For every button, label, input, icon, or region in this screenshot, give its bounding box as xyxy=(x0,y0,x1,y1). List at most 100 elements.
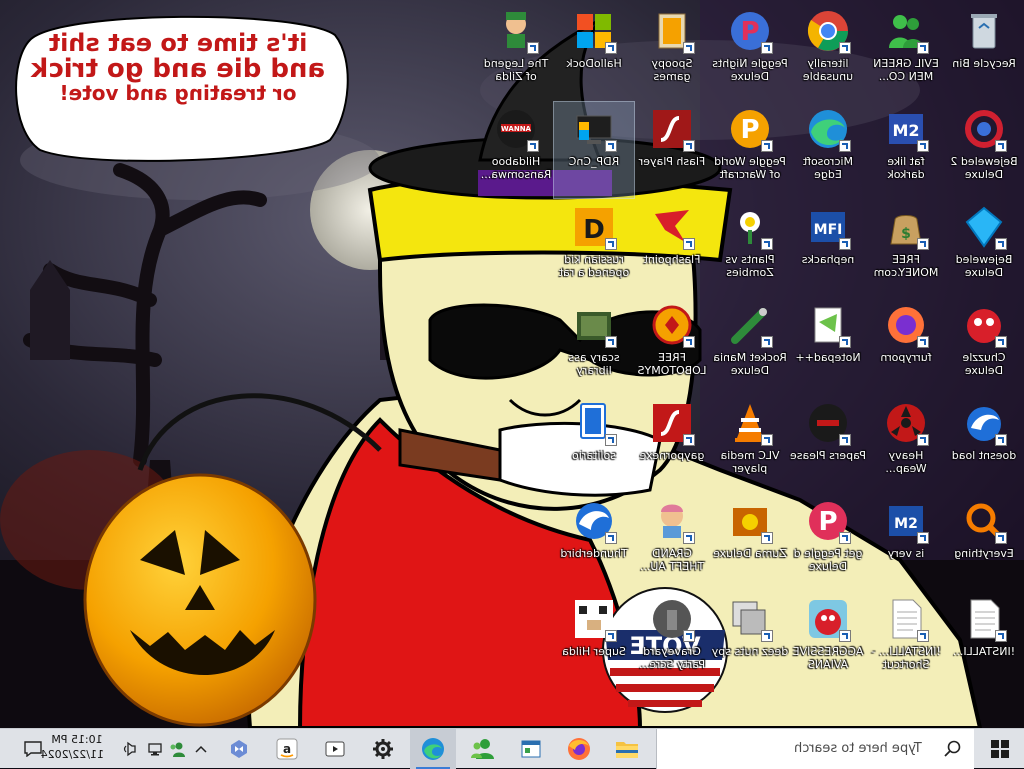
desktop-icon-evil-green-men[interactable]: EVIL GREEN MEN CO... xyxy=(866,4,946,100)
desktop-icon-label: fat like darkok xyxy=(887,155,925,181)
flash-player-icon xyxy=(649,106,695,152)
desktop-icon-label: FREE MONEY.com xyxy=(873,253,939,279)
gaypornexe-icon xyxy=(649,400,695,446)
show-hidden-icons-button[interactable] xyxy=(190,729,212,769)
russian-kid-icon: D xyxy=(571,204,617,250)
desktop-icon-label: Papers Please xyxy=(789,449,867,462)
desktop-icon-installi-1[interactable]: !INSTALLI... xyxy=(944,592,1024,688)
desktop-icon-heavy-weapon[interactable]: Heavy Weap... xyxy=(866,396,946,492)
taskbar-visual-studio[interactable] xyxy=(216,729,262,769)
desktop-icon-graveyard-party[interactable]: Graveyard Party Scre... xyxy=(632,592,712,688)
shortcut-arrow-icon xyxy=(761,140,773,152)
desktop-icon-peggle-nights[interactable]: P Peggle Nights Deluxe xyxy=(710,4,790,100)
desktop-icon-flashpoint[interactable]: Flashpoint xyxy=(632,200,712,296)
desktop-icon-notepadpp[interactable]: Notepad++ xyxy=(788,298,868,394)
desktop-icon-label: AGGRESSIVE AVIANS xyxy=(792,645,864,671)
taskbar-file-explorer[interactable] xyxy=(604,729,650,769)
deez-nuts-spy-icon xyxy=(727,596,773,642)
get-peggle-icon: P xyxy=(805,498,851,544)
desktop-icon-label: Flash Player xyxy=(638,155,706,168)
clock[interactable]: 10:15 PM 11/22/2024 xyxy=(41,732,104,762)
hildaboo-ransomware-icon: WANNA xyxy=(493,106,539,152)
taskbar-firefox[interactable] xyxy=(556,729,602,769)
svg-text:a: a xyxy=(283,742,291,756)
desktop-icon-fat-like-darkok[interactable]: M2 fat like darkok xyxy=(866,102,946,198)
people-icon xyxy=(170,742,185,757)
desktop-icon-flash-player[interactable]: Flash Player xyxy=(632,102,712,198)
desktop-icon-free-lobotomys[interactable]: FREE LOBOTOMYS xyxy=(632,298,712,394)
shortcut-arrow-icon xyxy=(605,434,617,446)
desktop-icon-gaypornexe[interactable]: gaypornexe xyxy=(632,396,712,492)
desktop-icon-peggle-world-warcraft[interactable]: P Peggle World of Warcraft xyxy=(710,102,790,198)
desktop-icon-everything[interactable]: Everything xyxy=(944,494,1024,590)
tray-teams-button[interactable] xyxy=(166,729,188,769)
desktop-icon-grand-theft[interactable]: GRAND THEFT AU... xyxy=(632,494,712,590)
desktop-icon-label: HalloDock xyxy=(566,57,622,70)
desktop-icon-hallodock[interactable]: HalloDock xyxy=(554,4,634,100)
shortcut-arrow-icon xyxy=(839,238,851,250)
papers-please-icon xyxy=(805,400,851,446)
desktop-icon-label: Bejeweled Deluxe xyxy=(955,253,1013,279)
desktop-icon-label: gaypornexe xyxy=(639,449,705,462)
shortcut-arrow-icon xyxy=(917,532,929,544)
start-button[interactable] xyxy=(976,729,1024,769)
speech-bubble-text: it's time to eat shit and die and go tri… xyxy=(28,29,328,105)
desktop-icon-vlc[interactable]: VLC media player xyxy=(710,396,790,492)
desktop-icon-rdp-cnc[interactable]: RDP_CnC xyxy=(553,101,635,199)
taskbar-edge[interactable] xyxy=(410,729,456,769)
desktop-icon-papers-please[interactable]: Papers Please xyxy=(788,396,868,492)
desktop-icon-free-money[interactable]: $ FREE MONEY.com xyxy=(866,200,946,296)
desktop-icon-chuzzle-deluxe[interactable]: Chuzzle Deluxe xyxy=(944,298,1024,394)
legend-of-zilda-icon xyxy=(493,8,539,54)
desktop-icon-label: Notepad++ xyxy=(795,351,861,364)
desktop-icon-aggressive-avians[interactable]: AGGRESSIVE AVIANS xyxy=(788,592,868,688)
desktop-icon-solitario[interactable]: solitario xyxy=(554,396,634,492)
network-icon xyxy=(148,743,162,756)
desktop-icon-plants-vs-zombies[interactable]: Plants vs Zombies xyxy=(710,200,790,296)
desktop-icon-get-peggle[interactable]: Pget Peggle d Deluxe xyxy=(788,494,868,590)
bubble-line-2: and die and go trick xyxy=(30,54,326,84)
desktop-icon-spoopy-games[interactable]: Spoopy games xyxy=(632,4,712,100)
taskbar-teams[interactable] xyxy=(460,729,506,769)
desktop-icon-label: is very xyxy=(887,547,925,560)
edge-icon xyxy=(805,106,851,152)
desktop-icon-hildaboo-ransomware[interactable]: WANNA Hildaboo Ransomwa... xyxy=(476,102,556,198)
desktop-icon-label: Flashpoint xyxy=(643,253,701,266)
desktop-icon-chrome[interactable]: literally unusable xyxy=(788,4,868,100)
shortcut-arrow-icon xyxy=(917,630,929,642)
desktop-icon-rocket-mania[interactable]: Rocket Mania Deluxe xyxy=(710,298,790,394)
shortcut-arrow-icon xyxy=(605,42,617,54)
desktop-icon-deez-nuts-spy[interactable]: deez nuts spy xyxy=(710,592,790,688)
taskbar-settings[interactable] xyxy=(360,729,406,769)
desktop-icon-installi-2[interactable]: !INSTALLI... - Shortcut xyxy=(866,592,946,688)
search-input[interactable]: Type here to search xyxy=(656,729,974,769)
desktop-icon-thunderbird[interactable]: Thunderbird xyxy=(554,494,634,590)
desktop-icon-scary-ass-library[interactable]: scary ass library xyxy=(554,298,634,394)
desktop-icon-doesnt-load[interactable]: doesnt load xyxy=(944,396,1024,492)
volume-button[interactable] xyxy=(120,729,142,769)
shortcut-arrow-icon xyxy=(761,532,773,544)
desktop-icon-legend-of-zilda[interactable]: The Legend of Zilda xyxy=(476,4,556,100)
desktop-icon-label: Microsoft Edge xyxy=(802,155,854,181)
desktop-icon-edge[interactable]: Microsoft Edge xyxy=(788,102,868,198)
desktop-icon-furryporn[interactable]: furryporn xyxy=(866,298,946,394)
desktop-icon-recycle-bin[interactable]: Recycle Bin xyxy=(944,4,1024,100)
desktop-icon-label: literally unusable xyxy=(802,57,854,83)
desktop-icon-super-hilda[interactable]: Super Hilda xyxy=(554,592,634,688)
svg-text:P: P xyxy=(740,17,759,47)
taskbar-media-player[interactable] xyxy=(312,729,358,769)
desktop-icon-nephacks[interactable]: MFI nephacks xyxy=(788,200,868,296)
desktop-icon-is-very[interactable]: M2 is very xyxy=(866,494,946,590)
desktop-icon-russian-kid[interactable]: Drussian kid opened a rat xyxy=(554,200,634,296)
taskbar-amazon[interactable]: a xyxy=(264,729,310,769)
desktop-icon-label: Peggle Nights Deluxe xyxy=(712,57,788,83)
desktop-icon-bejeweled-2[interactable]: Bejeweled 2 Deluxe xyxy=(944,102,1024,198)
network-button[interactable] xyxy=(144,729,166,769)
desktop-icon-label: !INSTALLI... xyxy=(952,645,1016,658)
desktop-icon-bejeweled-deluxe[interactable]: Bejeweled Deluxe xyxy=(944,200,1024,296)
taskbar-control-panel[interactable] xyxy=(508,729,554,769)
peggle-nights-icon: P xyxy=(727,8,773,54)
desktop-icon-zuma-deluxe[interactable]: Zuma Deluxe xyxy=(710,494,790,590)
svg-text:$: $ xyxy=(901,226,911,242)
shortcut-arrow-icon xyxy=(917,434,929,446)
